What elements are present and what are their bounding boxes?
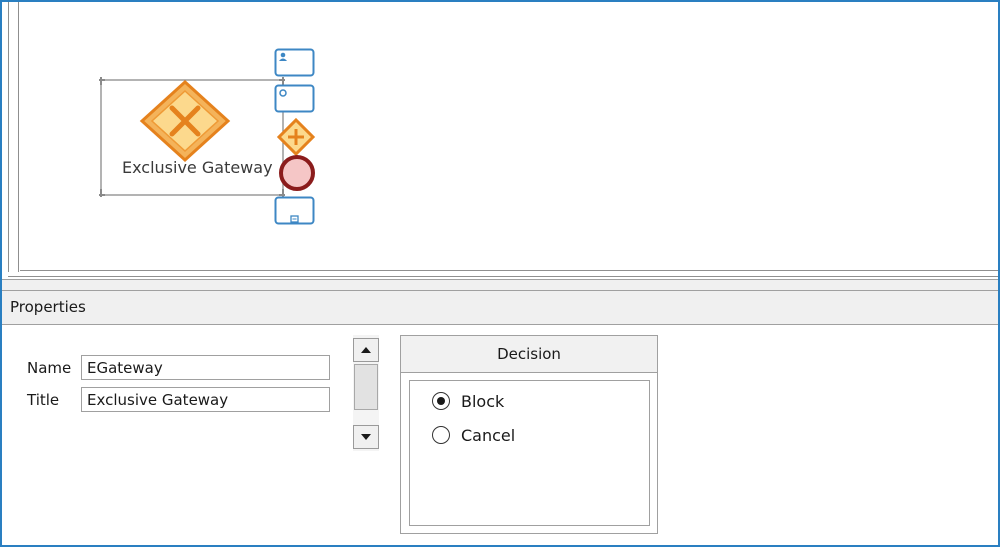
subprocess-icon[interactable] [274, 196, 316, 226]
canvas-border-left-outer [8, 2, 9, 272]
gateway-label: Exclusive Gateway [122, 158, 273, 177]
resize-handle-top-left[interactable] [99, 77, 105, 85]
app-window: Exclusive Gateway Properties Name Title [0, 0, 1000, 547]
properties-header: Properties [2, 291, 998, 325]
decision-title: Decision [401, 336, 657, 373]
user-task-icon[interactable] [274, 48, 316, 78]
option-cancel[interactable]: Cancel [432, 424, 515, 446]
scroll-thumb[interactable] [354, 364, 378, 410]
gateway-element[interactable] [99, 77, 285, 198]
resize-handle-bottom-left[interactable] [99, 189, 105, 197]
decision-group: Decision Block Cancel [400, 335, 658, 534]
radio-cancel[interactable] [432, 426, 450, 444]
option-block[interactable]: Block [432, 390, 504, 412]
radio-block[interactable] [432, 392, 450, 410]
arrow-up-icon [361, 347, 371, 353]
decision-options: Block Cancel [409, 380, 650, 526]
panel-splitter[interactable] [2, 279, 998, 291]
canvas-border-left-inner [18, 2, 19, 272]
scroll-up-button[interactable] [353, 338, 379, 362]
option-cancel-label: Cancel [461, 425, 516, 445]
name-label: Name [27, 359, 72, 377]
option-block-label: Block [461, 391, 505, 411]
canvas-border-bottom-outer [8, 276, 998, 277]
title-label: Title [27, 391, 60, 409]
exclusive-gateway-icon [139, 79, 231, 163]
canvas-border-bottom-inner [20, 270, 998, 271]
name-field[interactable] [81, 355, 330, 380]
arrow-down-icon [361, 434, 371, 440]
scroll-down-button[interactable] [353, 425, 379, 449]
end-event-icon[interactable] [278, 154, 316, 192]
title-field[interactable] [81, 387, 330, 412]
service-task-icon[interactable] [274, 84, 316, 114]
parallel-gateway-icon[interactable] [276, 117, 316, 157]
